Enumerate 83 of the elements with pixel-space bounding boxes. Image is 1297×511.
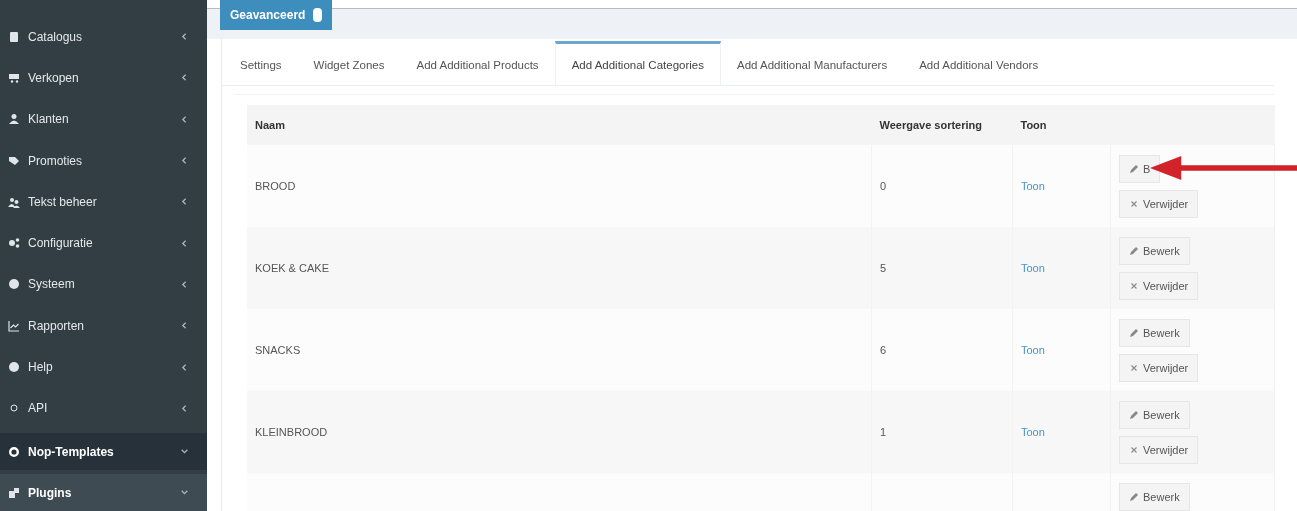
toggle-icon: [313, 8, 323, 22]
sidebar-item[interactable]: Catalogus: [0, 16, 207, 58]
sidebar-label: Nop-Templates: [28, 444, 115, 459]
chevron-left-icon: [180, 403, 189, 413]
chevron-left-icon: [180, 73, 189, 83]
table-cell: BROOD: [255, 180, 296, 192]
chevron-down-icon: [180, 488, 189, 497]
sidebar-label: Tekst beheer: [28, 194, 98, 209]
edit-button[interactable]: B: [1119, 154, 1161, 183]
tab[interactable]: Add Additional Categories: [554, 41, 721, 85]
table-cell: 1: [880, 426, 887, 438]
table-cell: 6: [880, 344, 887, 356]
circle-icon: [8, 402, 20, 415]
sidebar-label: Catalogus: [28, 29, 84, 44]
chevron-left-icon: [180, 279, 189, 289]
table-cell: KOEK & CAKE: [255, 262, 329, 274]
close-icon: [1129, 198, 1139, 209]
edit-button[interactable]: Bewerk: [1119, 236, 1190, 265]
pencil-icon: [1129, 409, 1139, 420]
chevron-left-icon: [180, 156, 189, 166]
pencil-icon: [1129, 163, 1139, 174]
sidebar-item[interactable]: Tekst beheer: [0, 181, 207, 223]
people-icon: [8, 195, 20, 208]
chevron-left-icon: [180, 114, 189, 124]
sidebar-item[interactable]: Help: [0, 346, 207, 388]
tab[interactable]: Widget Zones: [297, 41, 401, 85]
sidebar-item[interactable]: Rapporten: [0, 305, 207, 347]
column-header: Weergave sortering: [871, 105, 1013, 145]
ring-icon: [8, 445, 20, 458]
sidebar-label: Klanten: [28, 112, 70, 127]
chevron-left-icon: [180, 362, 189, 372]
chevron-left-icon: [180, 321, 189, 331]
chart-icon: [8, 319, 20, 332]
sidebar-label: Help: [28, 360, 54, 375]
delete-button[interactable]: Verwijder: [1119, 353, 1199, 382]
sidebar-item[interactable]: API: [0, 387, 207, 429]
tag-icon: [8, 154, 20, 167]
sidebar-label: API: [28, 401, 49, 416]
tab[interactable]: Settings: [224, 41, 298, 85]
chevron-left-icon: [180, 197, 189, 207]
close-icon: [1129, 280, 1139, 291]
user-icon: [8, 113, 20, 126]
sidebar-item[interactable]: Nop-Templates: [0, 433, 207, 470]
delete-button[interactable]: Verwijder: [1119, 271, 1199, 300]
table-cell: KLEINBROOD: [255, 426, 328, 438]
table-cell: SNACKS: [255, 344, 301, 356]
column-header: Toon: [1012, 105, 1111, 145]
chevron-down-icon: [180, 447, 189, 456]
sidebar-label: Promoties: [28, 153, 84, 168]
tab[interactable]: Add Additional Products: [400, 41, 555, 85]
sidebar-label: Configuratie: [28, 236, 94, 251]
close-icon: [1129, 362, 1139, 373]
gears-icon: [8, 237, 20, 250]
sidebar-label: Systeem: [28, 277, 76, 292]
chevron-left-icon: [180, 32, 189, 42]
sidebar-label: Plugins: [28, 485, 73, 500]
chevron-left-icon: [180, 238, 189, 248]
sidebar-item[interactable]: Verkopen: [0, 57, 207, 99]
sidebar-label: Rapporten: [28, 318, 86, 333]
edit-button[interactable]: Bewerk: [1119, 400, 1190, 429]
sidebar-item[interactable]: Systeem: [0, 263, 207, 306]
sidebar-label: Verkopen: [28, 70, 80, 85]
puzzle-icon: [8, 486, 20, 499]
tab[interactable]: Add Additional Vendors: [903, 41, 1055, 85]
tab[interactable]: Add Additional Manufacturers: [720, 41, 904, 85]
sidebar-item[interactable]: Configuratie: [0, 222, 207, 264]
cart-icon: [8, 71, 20, 84]
edit-button[interactable]: Bewerk: [1119, 483, 1190, 511]
sidebar-item[interactable]: Plugins: [0, 474, 207, 511]
edit-button[interactable]: Bewerk: [1119, 318, 1190, 347]
delete-button[interactable]: Verwijder: [1119, 435, 1199, 464]
column-header: Naam: [247, 105, 872, 145]
sidebar-item[interactable]: Klanten: [0, 98, 207, 140]
sidebar-item[interactable]: Promoties: [0, 139, 207, 182]
pencil-icon: [1129, 327, 1139, 338]
pencil-icon: [1129, 492, 1139, 502]
delete-button[interactable]: Verwijder: [1119, 189, 1199, 218]
close-icon: [1129, 444, 1139, 455]
table-cell: 5: [880, 262, 887, 274]
pencil-icon: [1129, 245, 1139, 256]
advanced-button[interactable]: Geavanceerd: [220, 0, 333, 30]
book-icon: [8, 30, 20, 43]
table-cell: 0: [880, 180, 887, 192]
